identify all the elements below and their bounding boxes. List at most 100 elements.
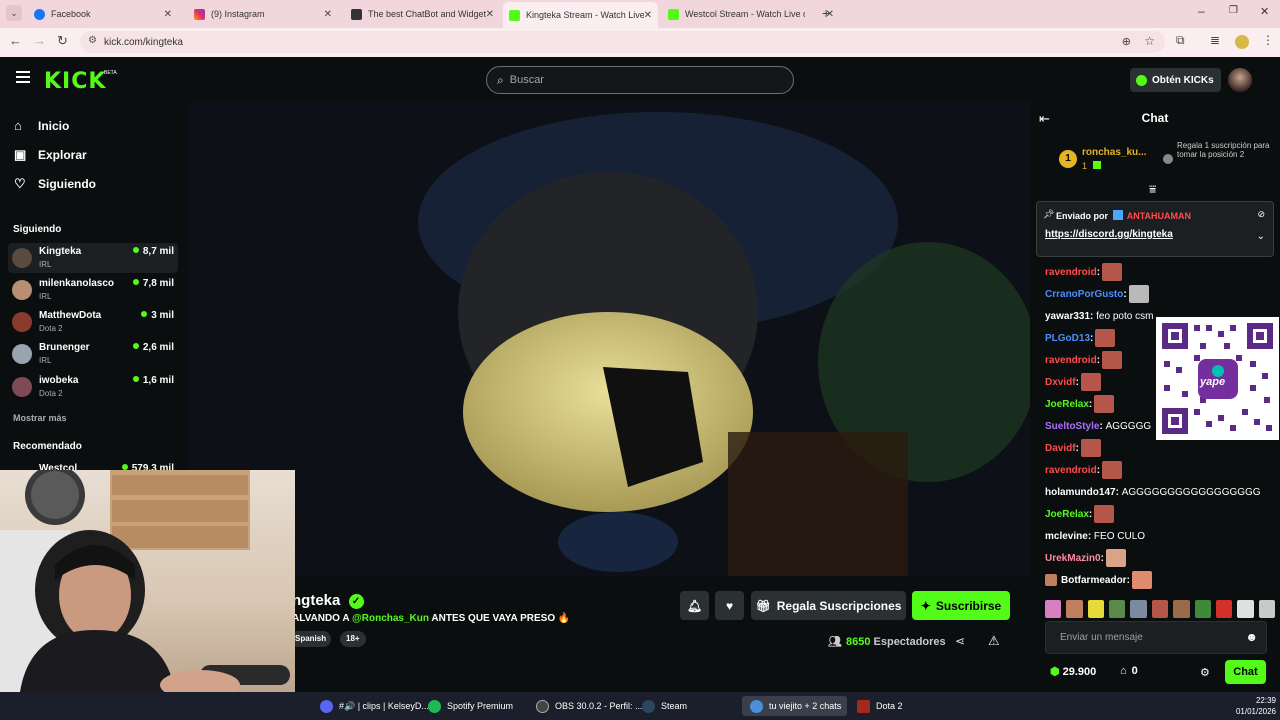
facebook-icon <box>34 8 45 20</box>
notifications-bell-button[interactable]: 🔔︎ <box>680 591 709 620</box>
yape-label: yape <box>1200 376 1226 388</box>
stream-title: ALVANDO A @Ronchas_Kun ANTES QUE VAYA PR… <box>292 613 571 624</box>
reload-icon[interactable]: ↻ <box>57 33 68 49</box>
following-item-iwobeka[interactable]: iwobeka Dota 2 1,6 mil <box>8 372 178 402</box>
tag-18-plus[interactable]: 18+ <box>340 631 366 647</box>
emote-option[interactable] <box>1237 600 1254 618</box>
live-viewers: 8,7 mil <box>132 246 174 257</box>
video-player[interactable] <box>188 102 1030 576</box>
emote <box>1102 263 1123 281</box>
extensions-icon[interactable]: ⧉ <box>1176 33 1185 48</box>
media-icon[interactable]: ≣ <box>1210 33 1220 47</box>
taskbar-item-dota[interactable]: Dota 2 <box>857 696 903 716</box>
browser-tab-westcol[interactable]: Westcol Stream - Watch Live o ✕ <box>662 3 840 25</box>
instagram-icon <box>194 8 205 20</box>
nav-explorar[interactable]: ▣ Explorar <box>14 147 87 163</box>
following-item-matthewdota[interactable]: MatthewDota Dota 2 3 mil <box>8 307 178 337</box>
user-avatar[interactable] <box>1228 68 1252 92</box>
browser-tab-chatbot[interactable]: The best ChatBot and Widgets ✕ <box>345 3 500 25</box>
minimize-button[interactable]: – <box>1198 4 1205 18</box>
channel-name[interactable]: ngteka ✓ <box>292 592 364 609</box>
close-tab-icon[interactable]: ✕ <box>486 9 494 20</box>
hamburger-menu-icon[interactable] <box>16 71 30 83</box>
gifts-balance[interactable]: ⌂ 0 <box>1120 665 1138 677</box>
kick-icon <box>668 8 679 20</box>
avatar <box>12 280 32 300</box>
emote-option[interactable] <box>1194 600 1211 618</box>
discord-link[interactable]: https://discord.gg/kingteka <box>1045 229 1173 240</box>
zoom-icon[interactable]: ⊕ <box>1122 35 1131 48</box>
new-tab-button[interactable]: + <box>822 5 830 21</box>
send-chat-button[interactable]: Chat <box>1225 660 1266 684</box>
home-icon: ⌂ <box>14 118 22 133</box>
subscribe-button[interactable]: ✦ Suscribirse <box>912 591 1010 620</box>
emote <box>1102 461 1123 479</box>
chat-settings-icon[interactable]: ⚙ <box>1200 666 1210 679</box>
report-warning-icon[interactable]: ⚠ <box>988 633 1000 649</box>
following-item-brunenger[interactable]: Brunenger IRL 2,6 mil <box>8 339 178 369</box>
taskbar-item-steam[interactable]: Steam <box>642 696 687 716</box>
emote-option[interactable] <box>1173 600 1190 618</box>
browser-tab-kingteka[interactable]: Kingteka Stream - Watch Live o ✕ <box>503 2 658 28</box>
following-item-kingteka[interactable]: Kingteka IRL 8,7 mil <box>8 243 178 273</box>
following-item-milenkanolasco[interactable]: milenkanolasco IRL 7,8 mil <box>8 275 178 305</box>
leader-count: 1 <box>1082 161 1101 171</box>
get-kicks-button[interactable]: Obtén KICKs <box>1130 68 1221 92</box>
close-tab-icon[interactable]: ✕ <box>164 9 172 20</box>
bookmark-star-icon[interactable]: ☆ <box>1144 34 1155 48</box>
search-input[interactable]: ⌕ Buscar <box>486 66 794 94</box>
share-icon[interactable]: ⋖ <box>955 634 965 648</box>
tab-list-dropdown-icon[interactable]: ⌄ <box>6 5 22 21</box>
avatar <box>12 312 32 332</box>
chat-message: ravendroid: <box>1045 460 1123 480</box>
browser-tab-facebook[interactable]: Facebook ✕ <box>28 3 178 25</box>
taskbar-item-discord[interactable]: #🔊 | clips | KelseyD... <box>320 696 429 716</box>
emote-option[interactable] <box>1151 600 1169 618</box>
emote-option[interactable] <box>1130 600 1147 618</box>
pinned-message[interactable]: 📌︎ Enviado por ANTAHUAMAN ⊘ https://disc… <box>1036 201 1274 257</box>
kick-logo[interactable]: KICK <box>44 69 106 94</box>
taskbar-item-obs[interactable]: OBS 30.0.2 - Perfil: ... <box>536 696 643 716</box>
close-window-button[interactable]: ✕ <box>1260 5 1269 18</box>
emote-option[interactable] <box>1087 600 1105 618</box>
taskbar-item-spotify[interactable]: Spotify Premium <box>428 696 513 716</box>
chat-message: holamundo147: AGGGGGGGGGGGGGGGGG <box>1045 486 1261 498</box>
browser-menu-icon[interactable]: ⋮ <box>1262 33 1274 47</box>
chat-message: PLGoD13: <box>1045 328 1116 348</box>
sort-icon[interactable]: ⩸ <box>1149 182 1156 197</box>
taskbar-clock[interactable]: 22:39 01/01/2026 <box>1232 695 1276 717</box>
emote <box>1095 329 1116 347</box>
emoji-picker-icon[interactable]: ☻ <box>1245 630 1258 644</box>
chat-message: mclevine: FEO CULO <box>1045 530 1146 542</box>
points-balance[interactable]: ⬢ 29.900 <box>1050 665 1096 678</box>
site-info-icon[interactable]: ⚙ <box>88 35 97 46</box>
emote-option[interactable] <box>1109 600 1126 618</box>
nav-inicio[interactable]: ⌂ Inicio <box>14 118 69 133</box>
close-tab-icon[interactable]: ✕ <box>324 9 332 20</box>
emote-option[interactable] <box>1215 600 1233 618</box>
avatar <box>12 248 32 268</box>
browser-tab-instagram[interactable]: (9) Instagram ✕ <box>188 3 338 25</box>
profile-avatar[interactable] <box>1235 35 1249 49</box>
taskbar-item-chats[interactable]: tu viejito + 2 chats <box>742 696 847 716</box>
back-arrow-icon[interactable]: ← <box>9 33 22 48</box>
tag-spanish[interactable]: Spanish <box>290 631 332 647</box>
forward-arrow-icon[interactable]: → <box>33 33 46 48</box>
show-more-link[interactable]: Mostrar más <box>13 413 67 423</box>
pinned-by: Enviado por ANTAHUAMAN <box>1056 210 1192 221</box>
mention-link[interactable]: @Ronchas_Kun <box>352 613 429 624</box>
follow-heart-button[interactable]: ♥ <box>715 591 744 620</box>
chevron-down-icon[interactable]: ⌄ <box>1257 231 1265 242</box>
gift-subs-button[interactable]: 🎁︎ Regala Suscripciones <box>751 591 906 620</box>
maximize-button[interactable]: ❐ <box>1229 5 1238 16</box>
emote-option[interactable] <box>1258 600 1275 618</box>
close-tab-icon[interactable]: ✕ <box>644 10 652 21</box>
compass-icon: ▣ <box>14 147 27 162</box>
hide-pin-icon[interactable]: ⊘ <box>1257 209 1265 220</box>
leader-note: Regala 1 suscripción para tomar la posic… <box>1177 141 1270 159</box>
nav-siguiendo[interactable]: ♡ Siguiendo <box>14 176 96 192</box>
chat-message-input[interactable]: Enviar un mensaje ☻ <box>1045 621 1267 654</box>
emote-option[interactable] <box>1045 600 1062 618</box>
address-bar[interactable]: ⚙ kick.com/kingteka ⊕ ☆ <box>80 31 1165 53</box>
emote-option[interactable] <box>1066 600 1083 618</box>
